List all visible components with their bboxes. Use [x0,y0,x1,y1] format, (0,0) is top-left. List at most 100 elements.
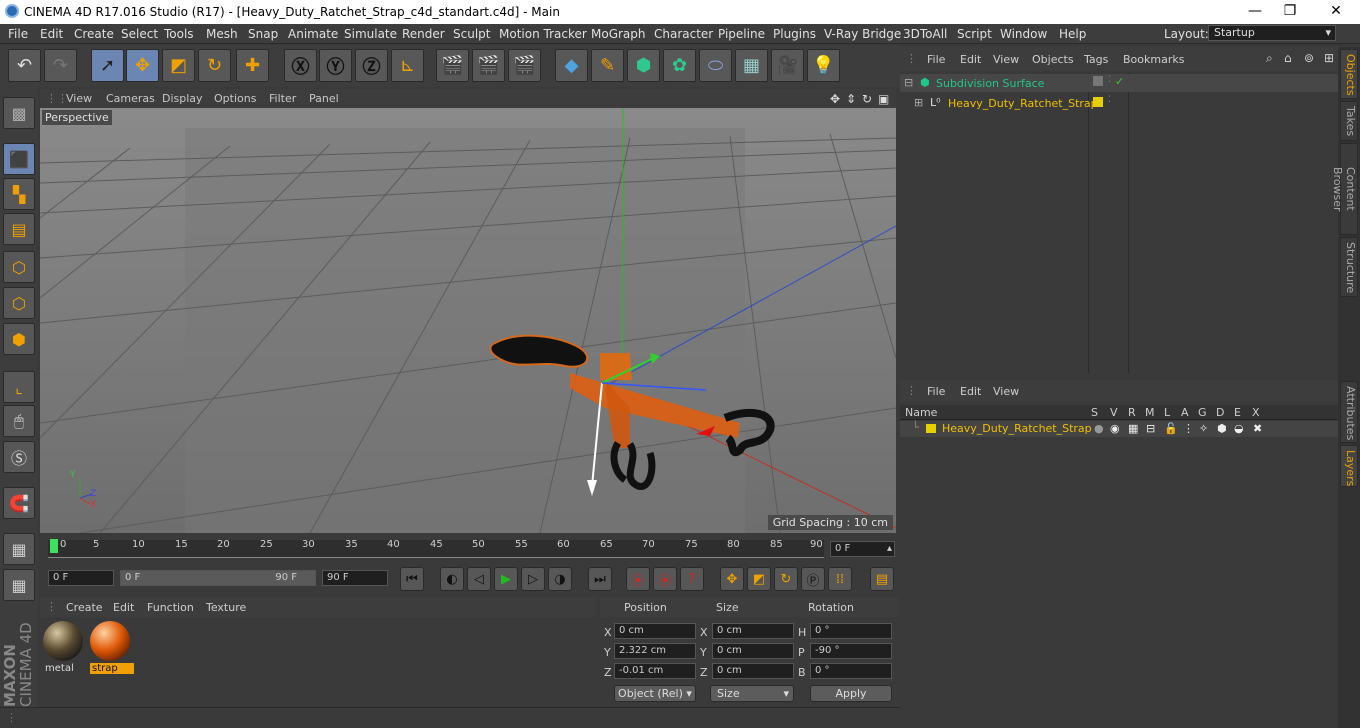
live-selection-button[interactable]: ➚ [91,49,124,82]
magnet-button[interactable]: 🧲 [3,487,35,519]
timeline-window-button[interactable]: ▤ [870,567,894,591]
frame-range-slider[interactable]: 0 F 90 F [120,570,316,586]
solo-icon[interactable]: ● [1094,422,1104,435]
material-menu-function[interactable]: Function [147,601,194,614]
move-tool-button[interactable]: ✥ [126,49,159,82]
texture-mode-button[interactable]: ▚ [3,178,35,210]
visibility-dots-icon[interactable]: ⁚ [1108,95,1111,105]
generators-icon[interactable]: ✧ [1199,422,1208,435]
x-axis-button[interactable]: Ⓧ [284,49,317,82]
goto-end-button[interactable]: ⏭ [588,567,612,591]
size-y-field[interactable]: 0 cm [712,643,794,659]
size-x-field[interactable]: 0 cm [712,623,794,639]
eye-icon[interactable]: ◉ [1110,422,1120,435]
timeline-playhead[interactable] [50,539,58,553]
workplane-rotate-button[interactable]: ▦ [3,569,35,601]
search-icon[interactable]: ⌕ [1266,51,1273,66]
workplane-lock-button[interactable]: ▦ [3,533,35,565]
timeline-ruler[interactable]: 0 5 10 15 20 25 30 35 40 45 50 55 60 65 … [40,536,896,564]
layer-col-g[interactable]: G [1198,406,1207,419]
layer-menu-file[interactable]: File [927,385,945,398]
prev-frame-button[interactable]: ◁ [467,567,491,591]
rotate-tool-button[interactable]: ↻ [198,49,231,82]
layer-col-m[interactable]: M [1145,406,1155,419]
expand-icon[interactable]: ⊞ [1324,51,1334,65]
deformer-button[interactable]: ⬭ [699,49,732,82]
pos-y-field[interactable]: 2.322 cm [614,643,696,659]
rot-h-field[interactable]: 0 ° [810,623,892,639]
layer-menu-view[interactable]: View [993,385,1019,398]
object-row-strap[interactable]: ⊞ L⁰ Heavy_Duty_Ratchet_Strap ⁚ [900,94,1338,112]
layer-col-d[interactable]: D [1216,406,1224,419]
snap-button[interactable]: Ⓢ [3,441,35,473]
render-picture-viewer-button[interactable]: 🎬 [472,49,505,82]
minimize-button[interactable]: — [1245,2,1265,20]
tab-content-browser[interactable]: Content Browser [1331,143,1358,235]
menu-select[interactable]: Select [121,27,158,41]
tab-structure[interactable]: Structure [1340,237,1358,297]
rot-p-field[interactable]: -90 ° [810,643,892,659]
menu-create[interactable]: Create [74,27,114,41]
viewport-nav-rotate-icon[interactable]: ↻ [862,92,872,106]
animation-icon[interactable]: ⋮ [1183,422,1194,435]
menu-character[interactable]: Character [654,27,713,41]
menu-mograph[interactable]: MoGraph [591,27,646,41]
menu-pipeline[interactable]: Pipeline [718,27,765,41]
menu-snap[interactable]: Snap [248,27,278,41]
tab-layers[interactable]: Layers [1340,445,1358,487]
tab-attributes[interactable]: Attributes [1340,381,1358,443]
render-clapper-icon[interactable]: ▦ [1128,422,1138,435]
record-active-button[interactable]: ⦿ [626,567,650,591]
deformers-icon[interactable]: ⬢ [1217,422,1227,435]
object-menu-tags[interactable]: Tags [1084,53,1108,66]
menu-edit[interactable]: Edit [40,27,63,41]
key-scale-button[interactable]: ◩ [747,567,771,591]
coordinate-system-button[interactable]: ⊾ [391,49,424,82]
collapse-icon[interactable]: ⊟ [904,76,913,89]
expressions-icon[interactable]: ◒ [1234,422,1244,435]
object-menu-objects[interactable]: Objects [1032,53,1074,66]
polygons-mode-button[interactable]: ⬢ [3,323,35,355]
layer-menu-edit[interactable]: Edit [960,385,981,398]
viewport-nav-move-icon[interactable]: ✥ [830,92,840,106]
camera-button[interactable]: 🎥 [771,49,804,82]
rot-b-field[interactable]: 0 ° [810,663,892,679]
viewport-menu-view[interactable]: View [66,92,92,105]
menu-script[interactable]: Script [957,27,992,41]
points-mode-button[interactable]: ⬡ [3,251,35,283]
material-strap[interactable]: strap [90,621,134,677]
next-key-button[interactable]: ◑ [548,567,572,591]
layer-col-a[interactable]: A [1181,406,1189,419]
menu-render[interactable]: Render [402,27,445,41]
subdivision-surface-button[interactable]: ⬢ [627,49,660,82]
prev-key-button[interactable]: ◐ [440,567,464,591]
make-editable-button[interactable]: ▩ [3,97,35,129]
viewport-menu-filter[interactable]: Filter [269,92,296,105]
layer-swatch-icon[interactable] [926,424,936,433]
size-mode-dropdown[interactable]: Size ▾ [710,685,794,702]
new-view-icon[interactable]: ⊚ [1304,51,1314,65]
menu-3dtoall[interactable]: 3DToAll [903,27,947,41]
layer-col-r[interactable]: R [1128,406,1136,419]
menu-vray-bridge[interactable]: V-Ray Bridge [824,27,901,41]
menu-file[interactable]: File [8,27,28,41]
viewport-nav-zoom-icon[interactable]: ⇕ [846,92,856,106]
enabled-check-icon[interactable]: ✓ [1115,75,1124,88]
layer-col-v[interactable]: V [1110,406,1118,419]
current-frame-field[interactable]: 0 F ▴ [830,541,895,557]
layer-col-x[interactable]: X [1252,406,1260,419]
goto-start-button[interactable]: ⏮ [400,567,424,591]
tab-takes[interactable]: Takes [1340,101,1358,141]
mograph-cloner-button[interactable]: ✿ [663,49,696,82]
menu-tools[interactable]: Tools [164,27,194,41]
layer-row-strap[interactable]: └ Heavy_Duty_Ratchet_Strap ● ◉ ▦ ⊟ 🔓 ⋮ ✧… [900,421,1338,437]
viewport-menu-cameras[interactable]: Cameras [106,92,155,105]
close-button[interactable]: ✕ [1326,2,1346,20]
menu-help[interactable]: Help [1059,27,1086,41]
menu-plugins[interactable]: Plugins [773,27,816,41]
object-menu-bookmarks[interactable]: Bookmarks [1123,53,1184,66]
next-frame-button[interactable]: ▷ [521,567,545,591]
pos-x-field[interactable]: 0 cm [614,623,696,639]
coord-mode-dropdown[interactable]: Object (Rel) ▾ [614,685,696,702]
menu-motion-tracker[interactable]: Motion Tracker [499,27,587,41]
